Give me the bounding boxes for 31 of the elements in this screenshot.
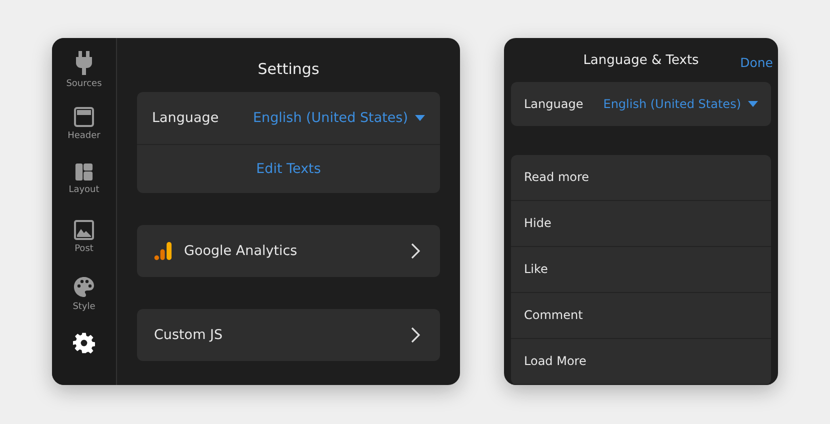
language-dropdown[interactable]: English (United States) bbox=[253, 110, 425, 126]
header-icon bbox=[74, 107, 94, 128]
settings-row[interactable]: Custom JS bbox=[137, 309, 440, 361]
panel-title: Settings bbox=[256, 59, 320, 80]
sidebar-item[interactable]: Style bbox=[54, 276, 114, 329]
image-icon bbox=[74, 220, 94, 240]
chevron-right-icon bbox=[411, 243, 420, 259]
text-list-item[interactable]: Comment bbox=[511, 293, 771, 339]
caret-icon bbox=[748, 101, 758, 107]
palette-icon bbox=[73, 276, 95, 298]
bar-chart-icon bbox=[154, 241, 172, 261]
sidebar-item[interactable]: Sources bbox=[54, 51, 114, 104]
language-dropdown[interactable]: English (United States) bbox=[603, 97, 758, 111]
language-label: Language bbox=[524, 97, 584, 111]
chevron-right-icon bbox=[411, 327, 420, 343]
settings-row[interactable]: Google Analytics bbox=[137, 225, 440, 277]
language-label: Language bbox=[152, 110, 219, 126]
text-list-item[interactable]: Like bbox=[511, 247, 771, 293]
gear-icon bbox=[73, 332, 95, 354]
layout-icon bbox=[75, 163, 93, 182]
text-list-item[interactable]: Hide bbox=[511, 201, 771, 247]
caret-icon bbox=[415, 115, 425, 121]
sidebar-item[interactable]: Header bbox=[54, 107, 114, 160]
text-list-item[interactable]: Read more bbox=[511, 155, 771, 201]
sidebar-item[interactable]: Post bbox=[54, 220, 114, 273]
panel-title: Language & Texts bbox=[583, 52, 699, 68]
text-list-item[interactable]: Load More bbox=[511, 339, 771, 385]
sidebar-item[interactable]: Layout bbox=[54, 163, 114, 217]
done-button[interactable]: Done bbox=[740, 55, 773, 70]
edit-texts-link[interactable]: Edit Texts bbox=[137, 145, 440, 193]
plug-icon bbox=[74, 51, 94, 75]
